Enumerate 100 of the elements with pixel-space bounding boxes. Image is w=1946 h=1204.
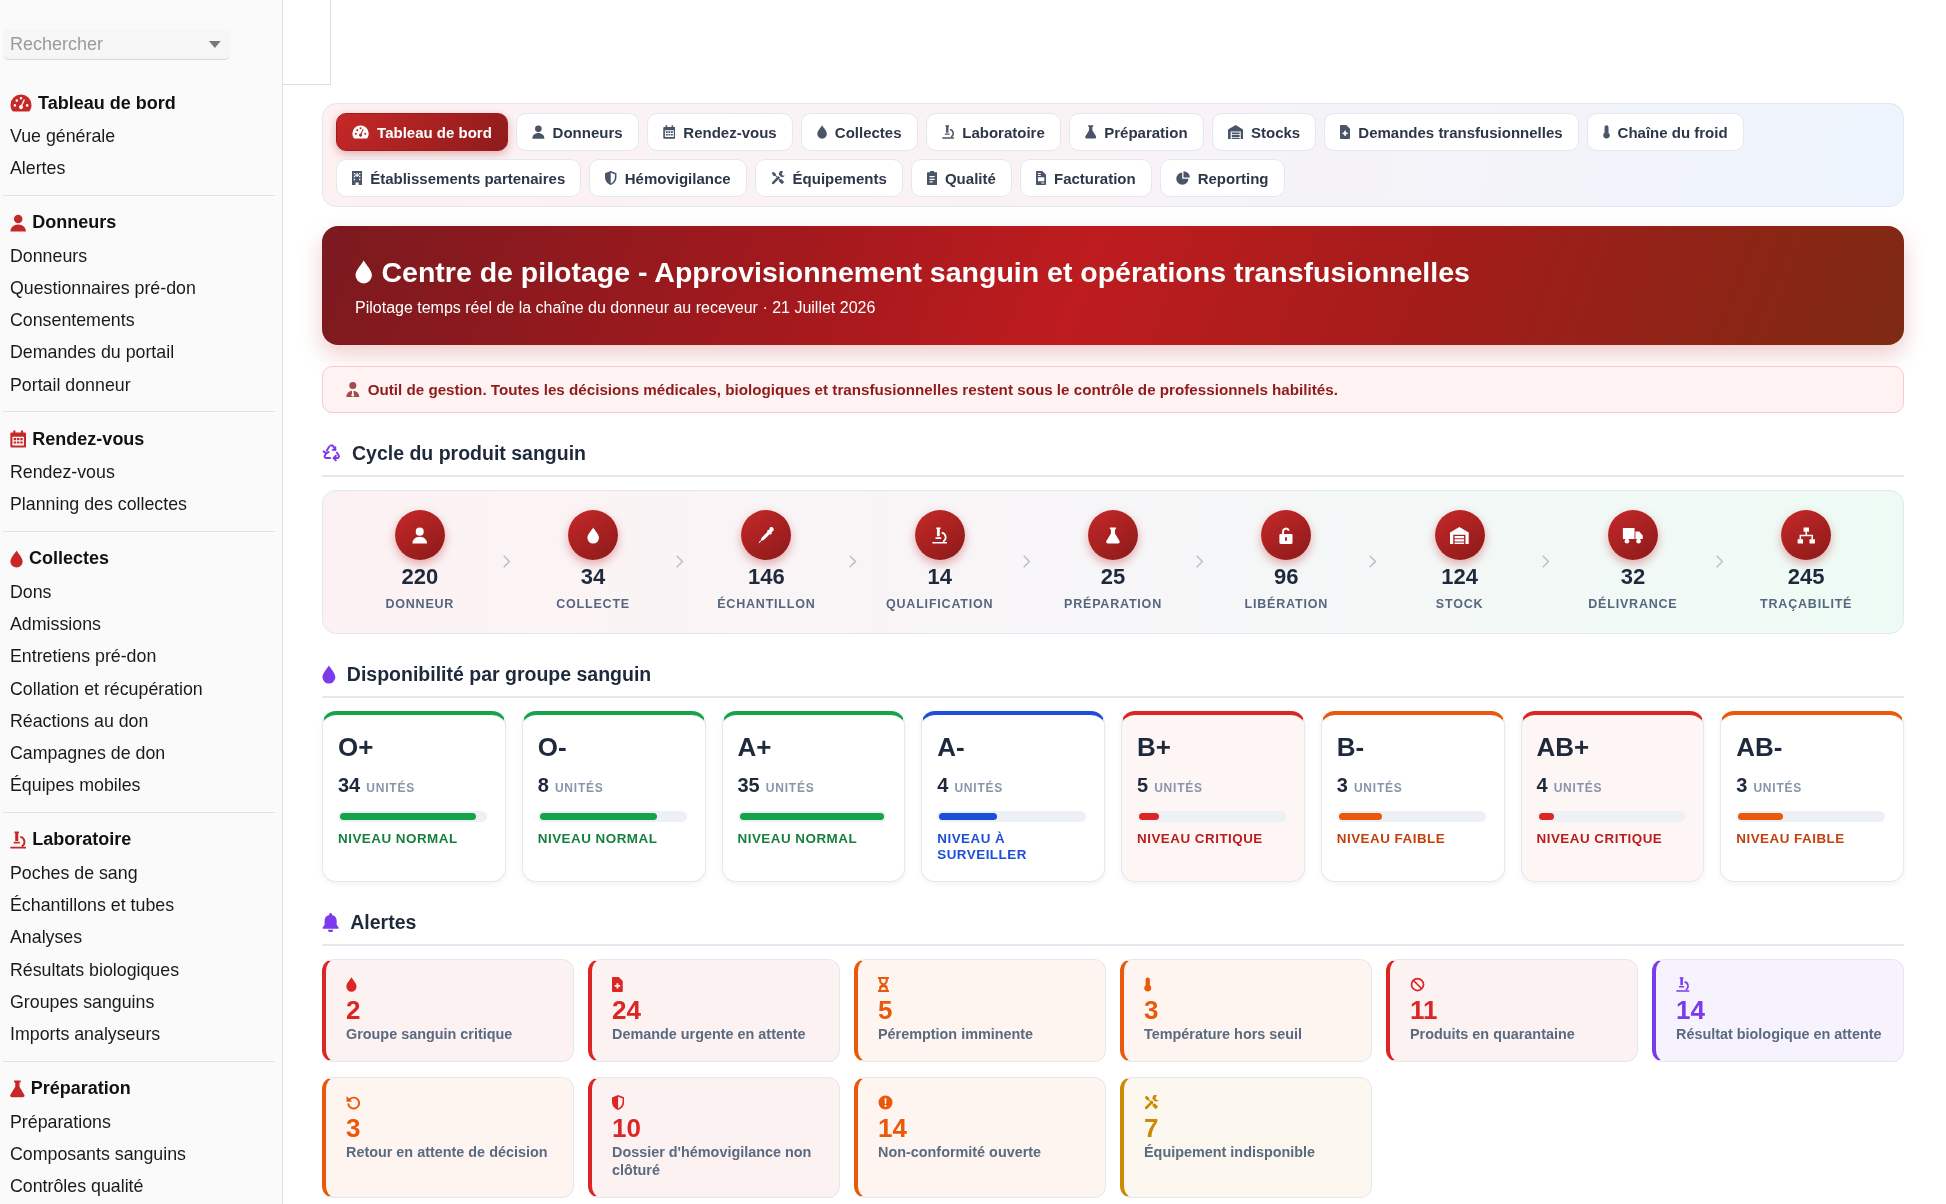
- status-label: NIVEAU FAIBLE: [1336, 831, 1447, 847]
- chevron-right-icon: [675, 555, 684, 568]
- sidebar-link[interactable]: Campagnes de don: [10, 737, 166, 770]
- nav-tab[interactable]: Qualité: [910, 159, 1012, 197]
- status-label: NIVEAU NORMAL: [737, 831, 859, 847]
- step-label: DÉLIVRANCE: [1588, 596, 1678, 612]
- flask-icon: [1084, 125, 1097, 139]
- chevron-right-icon: [1715, 555, 1724, 568]
- clipboard-icon: [926, 171, 937, 185]
- sidebar-link[interactable]: Portail donneur: [10, 368, 131, 402]
- drop-icon: [816, 125, 827, 139]
- truck-icon: [1607, 510, 1658, 560]
- alert-label: Résultat biologique en attente: [1676, 1025, 1883, 1043]
- nav-tab[interactable]: Chaîne du froid: [1586, 113, 1744, 151]
- document-icon: [1035, 171, 1046, 185]
- disclaimer-text: Outil de gestion. Toutes les décisions médicales, biologiques et transfusionnelles restent sous le contrôle de professionnels habilités.: [367, 381, 1338, 398]
- pie-chart-icon: [1175, 171, 1190, 185]
- sidebar-link[interactable]: Analyses: [10, 921, 83, 954]
- nav-tab[interactable]: Demandes transfusionnelles: [1324, 113, 1579, 151]
- sidebar-link[interactable]: Planning des collectes: [10, 488, 187, 521]
- building-icon: [352, 171, 363, 185]
- user-icon: [346, 382, 360, 397]
- caret-down-icon: [209, 41, 221, 48]
- gauge-icon: [352, 125, 370, 139]
- sidebar-link[interactable]: Poches de sang: [10, 856, 138, 890]
- nav-tab[interactable]: Équipements: [754, 159, 903, 197]
- nav-tab[interactable]: Établissements partenaires: [336, 159, 582, 197]
- nav-tab[interactable]: Collectes: [800, 113, 918, 151]
- sidebar-link[interactable]: Rendez-vous: [10, 456, 115, 489]
- sidebar-link[interactable]: Équipes mobiles: [10, 769, 141, 802]
- blood-group-label: B+: [1137, 731, 1172, 763]
- step-label: QUALIFICATION: [886, 596, 994, 612]
- alert-count: 14: [1676, 995, 1706, 1025]
- sidebar-link[interactable]: Préparations: [10, 1105, 111, 1138]
- sidebar-link[interactable]: Dons: [10, 575, 52, 608]
- sidebar-link[interactable]: Vue générale: [10, 120, 116, 153]
- sidebar-link[interactable]: Questionnaires pré-don: [10, 271, 196, 305]
- sidebar-link[interactable]: Contrôles qualité: [10, 1170, 144, 1203]
- unit-count: 3: [1336, 773, 1348, 797]
- nav-tab[interactable]: Facturation: [1019, 159, 1152, 197]
- sidebar-link[interactable]: Résultats biologiques: [10, 953, 180, 986]
- alert-label: Équipement indisponible: [1144, 1143, 1317, 1161]
- unit-label: UNITÉS: [954, 779, 1004, 797]
- nav-tab[interactable]: Stocks: [1211, 113, 1317, 151]
- alert-count: 5: [878, 995, 894, 1025]
- sidebar-link[interactable]: Échantillons et tubes: [10, 889, 175, 922]
- sidebar-link[interactable]: Collation et récupération: [10, 672, 203, 705]
- sidebar-link[interactable]: Imports analyseurs: [10, 1018, 161, 1051]
- diagram-icon: [1781, 510, 1832, 560]
- sidebar-heading: Laboratoire: [32, 829, 132, 851]
- sidebar-heading: Tableau de bord: [38, 92, 176, 114]
- nav-tab[interactable]: Donneurs: [515, 113, 639, 151]
- step-label: COLLECTE: [556, 596, 630, 612]
- calendar-icon: [662, 125, 676, 139]
- unit-label: UNITÉS: [1353, 779, 1403, 797]
- unlock-icon: [1261, 510, 1312, 560]
- nav-tab[interactable]: Tableau de bord: [336, 113, 508, 151]
- blood-group-label: A+: [737, 731, 773, 763]
- alert-count: 10: [612, 1113, 642, 1143]
- unit-count: 34: [338, 773, 361, 797]
- sidebar-link[interactable]: Admissions: [10, 607, 101, 641]
- sidebar-link[interactable]: Donneurs: [10, 239, 88, 272]
- chevron-right-icon: [1542, 555, 1551, 568]
- medical-file-icon: [1340, 125, 1351, 139]
- step-count: 220: [401, 563, 439, 591]
- blood-group-label: A-: [937, 731, 966, 763]
- alert-label: Température hors seuil: [1144, 1025, 1304, 1043]
- blood-group-label: AB-: [1736, 731, 1784, 763]
- section-title: Disponibilité par groupe sanguin: [346, 662, 652, 686]
- nav-tab[interactable]: Préparation: [1068, 113, 1204, 151]
- dropper-icon: [741, 510, 792, 560]
- nav-tab[interactable]: Hémovigilance: [589, 159, 747, 197]
- sidebar-link[interactable]: Entretiens pré-don: [10, 640, 157, 673]
- sidebar-link[interactable]: Composants sanguins: [10, 1137, 186, 1171]
- unit-count: 3: [1736, 773, 1748, 797]
- step-count: 245: [1787, 563, 1825, 591]
- nav-tab[interactable]: Laboratoire: [925, 113, 1061, 151]
- user-icon: [531, 125, 545, 139]
- status-label: NIVEAU FAIBLE: [1736, 831, 1846, 847]
- sidebar-link[interactable]: Consentements: [10, 304, 135, 337]
- sidebar-link[interactable]: Réactions au don: [10, 704, 149, 738]
- thermometer-icon: [1602, 125, 1610, 139]
- banner-subtitle: Pilotage temps réel de la chaîne du donneur au receveur · 21 Juillet 2026: [355, 298, 876, 318]
- sidebar-link[interactable]: Demandes du portail: [10, 336, 175, 369]
- step-count: 96: [1274, 563, 1299, 591]
- nav-tab[interactable]: Reporting: [1159, 159, 1285, 197]
- sidebar-link[interactable]: Groupes sanguins: [10, 985, 155, 1019]
- alert-count: 3: [346, 1113, 362, 1143]
- blood-group-label: B-: [1336, 731, 1366, 763]
- drop-icon: [568, 510, 619, 560]
- sidebar-link[interactable]: Alertes: [10, 152, 66, 185]
- alert-label: Produits en quarantaine: [1410, 1025, 1576, 1043]
- step-label: LIBÉRATION: [1244, 596, 1329, 612]
- nav-tab[interactable]: Rendez-vous: [646, 113, 793, 151]
- search-field[interactable]: Rechercher: [3, 29, 230, 60]
- blood-group-label: AB+: [1536, 731, 1591, 763]
- sidebar-heading: Préparation: [30, 1078, 131, 1100]
- alert-count: 24: [612, 995, 642, 1025]
- status-label: NIVEAU NORMAL: [537, 831, 659, 847]
- step-label: PRÉPARATION: [1064, 596, 1162, 612]
